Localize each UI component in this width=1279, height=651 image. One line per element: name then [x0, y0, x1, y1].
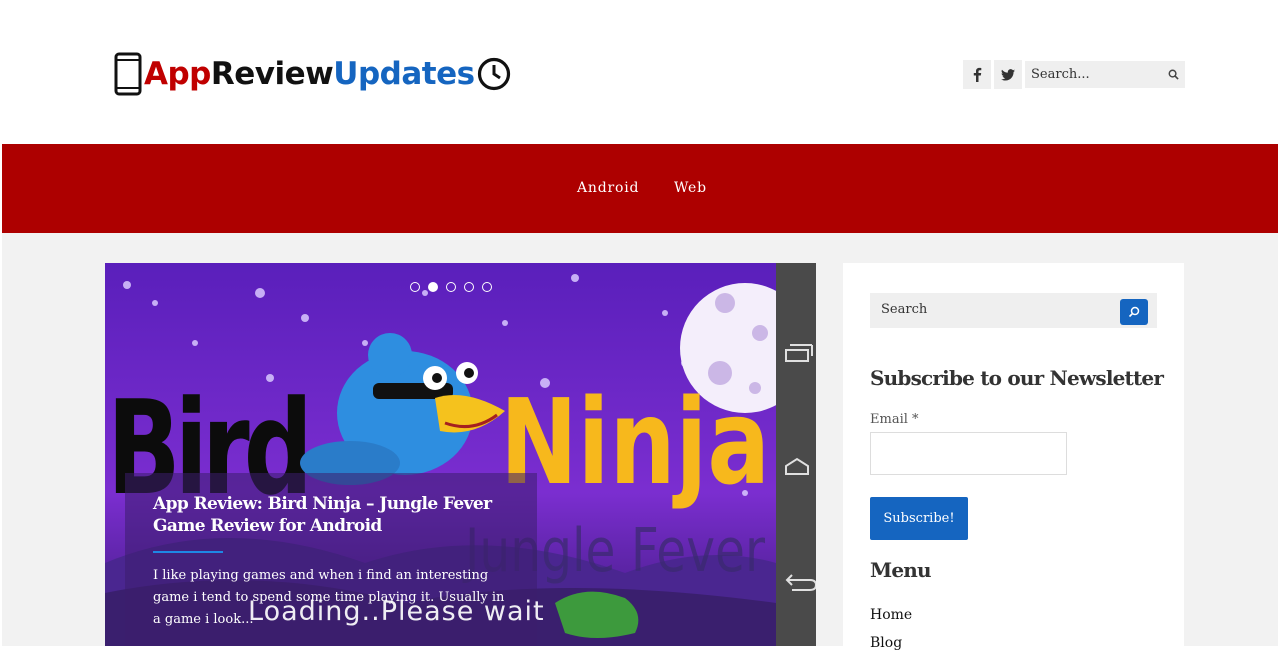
slider-dot-3[interactable]	[446, 282, 456, 292]
search-icon	[1128, 306, 1140, 318]
slider-dot-2[interactable]	[428, 282, 438, 292]
subscribe-button[interactable]: Subscribe!	[870, 497, 968, 540]
slide-title[interactable]: App Review: Bird Ninja – Jungle Fever Ga…	[153, 493, 523, 537]
email-field[interactable]	[870, 432, 1067, 475]
slider-dot-1[interactable]	[410, 282, 420, 292]
sidebar: Search Subscribe to our Newsletter Email…	[843, 263, 1184, 651]
sidebar-search-input[interactable]: Search	[881, 302, 927, 317]
header-search[interactable]: Search...	[1025, 61, 1185, 88]
menu-link-home[interactable]: Home	[870, 607, 912, 623]
main-nav: Android Web	[2, 144, 1278, 233]
clock-icon	[477, 57, 510, 91]
twitter-button[interactable]	[994, 60, 1022, 89]
facebook-button[interactable]	[963, 60, 991, 89]
slider-dot-5[interactable]	[482, 282, 492, 292]
nav-item-web[interactable]: Web	[674, 180, 707, 196]
slider-dots	[410, 282, 492, 292]
email-label: Email *	[870, 412, 919, 427]
slide-art-text-ninja: Ninja	[500, 373, 770, 511]
site-header: AppReviewUpdates Search...	[0, 0, 1279, 144]
caption-divider	[153, 551, 223, 553]
twitter-icon	[1001, 68, 1015, 81]
nav-item-android[interactable]: Android	[577, 180, 639, 196]
menu-heading: Menu	[870, 558, 932, 582]
phone-icon	[114, 52, 142, 96]
featured-slider[interactable]: Bird Ninja Jungle Fever App Review: Bird…	[105, 263, 816, 646]
home-icon	[785, 457, 809, 475]
menu-link-blog[interactable]: Blog	[870, 635, 902, 651]
newsletter-heading: Subscribe to our Newsletter	[870, 366, 1164, 390]
device-nav-icons	[785, 344, 816, 591]
required-mark: *	[912, 412, 919, 427]
logo-text-updates: Updates	[333, 55, 475, 92]
email-label-text: Email	[870, 412, 908, 427]
site-logo[interactable]: AppReviewUpdates	[114, 50, 511, 98]
loading-overlay-text: Loading..Please wait	[248, 596, 545, 627]
logo-text-review: Review	[210, 55, 334, 92]
sidebar-search-button[interactable]	[1120, 299, 1148, 325]
logo-wordmark: AppReviewUpdates	[144, 55, 475, 92]
facebook-icon	[973, 67, 982, 82]
sidebar-search[interactable]: Search	[870, 293, 1157, 328]
header-search-input[interactable]: Search...	[1025, 67, 1161, 82]
search-icon[interactable]	[1161, 69, 1185, 80]
logo-text-app: App	[144, 55, 211, 92]
back-icon	[785, 574, 816, 591]
device-nav-strip	[776, 263, 816, 646]
slider-dot-4[interactable]	[464, 282, 474, 292]
recent-apps-icon	[785, 344, 813, 362]
